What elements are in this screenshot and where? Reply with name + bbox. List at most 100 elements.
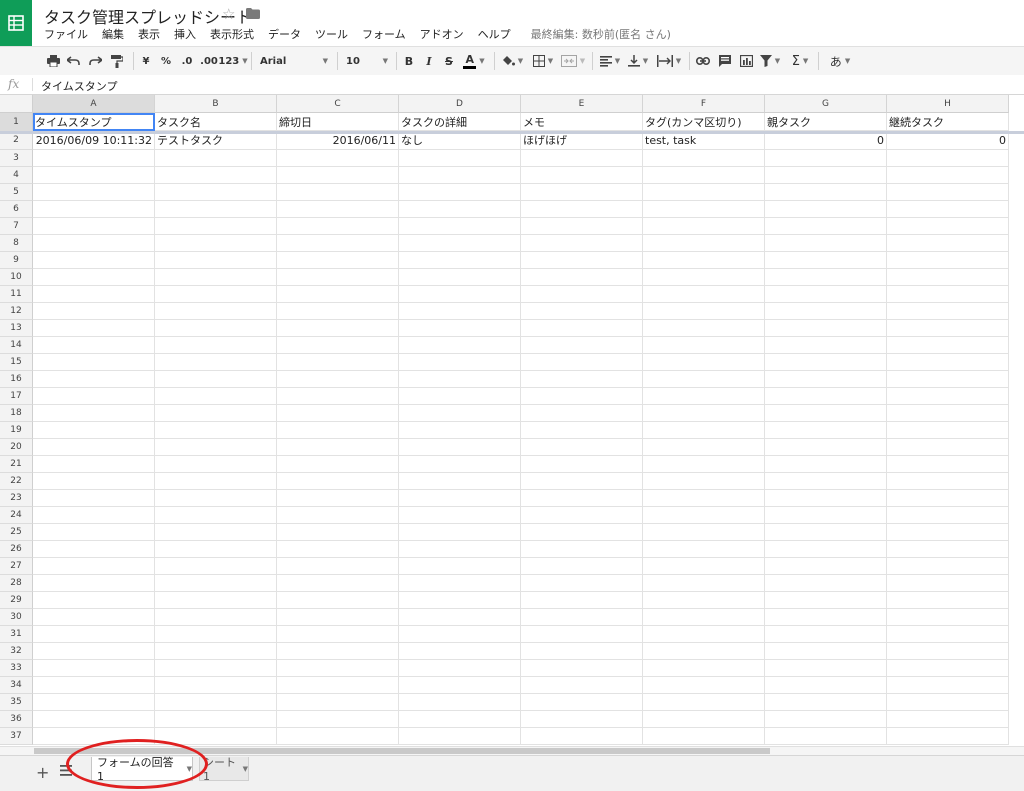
cell-a22[interactable] bbox=[33, 473, 155, 490]
cell-d3[interactable] bbox=[399, 150, 521, 167]
cell-c22[interactable] bbox=[277, 473, 399, 490]
row-header[interactable]: 13 bbox=[0, 320, 33, 337]
cell-f9[interactable] bbox=[643, 252, 765, 269]
cell-e21[interactable] bbox=[521, 456, 643, 473]
cell-e34[interactable] bbox=[521, 677, 643, 694]
cell-h33[interactable] bbox=[887, 660, 1009, 677]
sheet-list-icon[interactable] bbox=[60, 765, 72, 776]
cell-b20[interactable] bbox=[155, 439, 277, 456]
row-header[interactable]: 15 bbox=[0, 354, 33, 371]
cell-h34[interactable] bbox=[887, 677, 1009, 694]
cell-f36[interactable] bbox=[643, 711, 765, 728]
cell-b11[interactable] bbox=[155, 286, 277, 303]
folder-icon[interactable] bbox=[246, 8, 260, 19]
italic-button[interactable]: I bbox=[420, 47, 438, 75]
cell-a37[interactable] bbox=[33, 728, 155, 745]
filter-button[interactable]: ▼ bbox=[757, 47, 783, 75]
cell-e33[interactable] bbox=[521, 660, 643, 677]
row-header[interactable]: 28 bbox=[0, 575, 33, 592]
column-header-b[interactable]: B bbox=[155, 95, 277, 113]
row-header[interactable]: 10 bbox=[0, 269, 33, 286]
cell-d33[interactable] bbox=[399, 660, 521, 677]
cell-a21[interactable] bbox=[33, 456, 155, 473]
row-header[interactable]: 31 bbox=[0, 626, 33, 643]
cell-a32[interactable] bbox=[33, 643, 155, 660]
cell-h19[interactable] bbox=[887, 422, 1009, 439]
cell-d27[interactable] bbox=[399, 558, 521, 575]
cell-f33[interactable] bbox=[643, 660, 765, 677]
cell-f28[interactable] bbox=[643, 575, 765, 592]
cell-b9[interactable] bbox=[155, 252, 277, 269]
cell-e29[interactable] bbox=[521, 592, 643, 609]
frozen-row-divider[interactable] bbox=[0, 131, 1024, 134]
cell-e12[interactable] bbox=[521, 303, 643, 320]
cell-b18[interactable] bbox=[155, 405, 277, 422]
cell-h5[interactable] bbox=[887, 184, 1009, 201]
redo-icon[interactable] bbox=[86, 47, 104, 75]
cell-e27[interactable] bbox=[521, 558, 643, 575]
cell-a28[interactable] bbox=[33, 575, 155, 592]
row-header[interactable]: 23 bbox=[0, 490, 33, 507]
cell-a14[interactable] bbox=[33, 337, 155, 354]
cell-e24[interactable] bbox=[521, 507, 643, 524]
cell-b35[interactable] bbox=[155, 694, 277, 711]
cell-d6[interactable] bbox=[399, 201, 521, 218]
cell-g37[interactable] bbox=[765, 728, 887, 745]
row-header[interactable]: 4 bbox=[0, 167, 33, 184]
font-family-select[interactable]: Arial ▼ bbox=[256, 47, 332, 75]
cell-c28[interactable] bbox=[277, 575, 399, 592]
cell-c9[interactable] bbox=[277, 252, 399, 269]
cell-c3[interactable] bbox=[277, 150, 399, 167]
cell-e31[interactable] bbox=[521, 626, 643, 643]
cell-b3[interactable] bbox=[155, 150, 277, 167]
cell-f34[interactable] bbox=[643, 677, 765, 694]
cell-h37[interactable] bbox=[887, 728, 1009, 745]
sheet-tab-sheet1[interactable]: シート1 ▼ bbox=[199, 756, 249, 783]
cell-e20[interactable] bbox=[521, 439, 643, 456]
cell-c19[interactable] bbox=[277, 422, 399, 439]
cell-f6[interactable] bbox=[643, 201, 765, 218]
paint-format-icon[interactable] bbox=[108, 47, 126, 75]
cell-d31[interactable] bbox=[399, 626, 521, 643]
cell-c21[interactable] bbox=[277, 456, 399, 473]
cell-f8[interactable] bbox=[643, 235, 765, 252]
cell-d4[interactable] bbox=[399, 167, 521, 184]
cell-d21[interactable] bbox=[399, 456, 521, 473]
cell-a5[interactable] bbox=[33, 184, 155, 201]
row-header[interactable]: 36 bbox=[0, 711, 33, 728]
cell-b24[interactable] bbox=[155, 507, 277, 524]
cell-g6[interactable] bbox=[765, 201, 887, 218]
cell-d35[interactable] bbox=[399, 694, 521, 711]
cell-b4[interactable] bbox=[155, 167, 277, 184]
cell-e36[interactable] bbox=[521, 711, 643, 728]
cell-e26[interactable] bbox=[521, 541, 643, 558]
cell-a3[interactable] bbox=[33, 150, 155, 167]
cell-f31[interactable] bbox=[643, 626, 765, 643]
cell-h3[interactable] bbox=[887, 150, 1009, 167]
row-header[interactable]: 5 bbox=[0, 184, 33, 201]
cell-g15[interactable] bbox=[765, 354, 887, 371]
row-header[interactable]: 22 bbox=[0, 473, 33, 490]
insert-comment-button[interactable] bbox=[715, 47, 735, 75]
row-header[interactable]: 6 bbox=[0, 201, 33, 218]
cell-g4[interactable] bbox=[765, 167, 887, 184]
cell-f16[interactable] bbox=[643, 371, 765, 388]
cell-c13[interactable] bbox=[277, 320, 399, 337]
cell-b33[interactable] bbox=[155, 660, 277, 677]
cell-c36[interactable] bbox=[277, 711, 399, 728]
cell-f14[interactable] bbox=[643, 337, 765, 354]
add-sheet-button[interactable]: + bbox=[36, 763, 49, 782]
cell-b23[interactable] bbox=[155, 490, 277, 507]
insert-link-button[interactable] bbox=[693, 47, 713, 75]
cell-g14[interactable] bbox=[765, 337, 887, 354]
column-header-e[interactable]: E bbox=[521, 95, 643, 113]
cell-c30[interactable] bbox=[277, 609, 399, 626]
horizontal-align-button[interactable]: ▼ bbox=[597, 47, 623, 75]
cell-f29[interactable] bbox=[643, 592, 765, 609]
cell-d34[interactable] bbox=[399, 677, 521, 694]
cell-g3[interactable] bbox=[765, 150, 887, 167]
cell-d36[interactable] bbox=[399, 711, 521, 728]
cell-g23[interactable] bbox=[765, 490, 887, 507]
cell-b17[interactable] bbox=[155, 388, 277, 405]
cell-h29[interactable] bbox=[887, 592, 1009, 609]
